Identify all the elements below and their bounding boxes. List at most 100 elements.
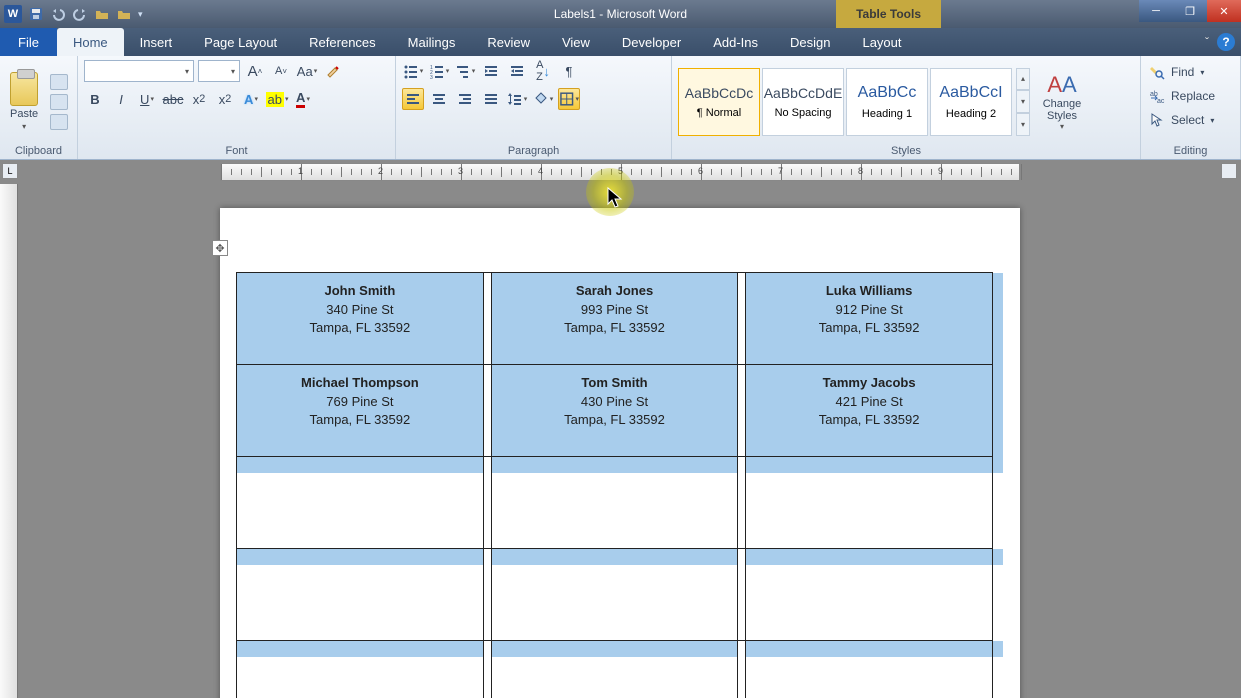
font-color-button[interactable]: A▾ [292, 88, 314, 110]
ruler-area: L 123456789 [0, 160, 1241, 184]
label-cell[interactable] [491, 641, 738, 698]
shrink-font-button[interactable]: A˅ [270, 60, 292, 82]
clear-formatting-button[interactable] [322, 60, 344, 82]
tab-layout[interactable]: Layout [846, 28, 917, 56]
highlight-button[interactable]: ab▾ [266, 88, 288, 110]
sort-button[interactable]: AZ↓ [532, 60, 554, 82]
replace-button[interactable]: abacReplace [1147, 84, 1234, 108]
copy-icon[interactable] [50, 94, 68, 110]
label-name: Tammy Jacobs [746, 375, 992, 390]
tab-mailings[interactable]: Mailings [392, 28, 472, 56]
bullets-button[interactable]: ▾ [402, 60, 424, 82]
style-heading-2[interactable]: AaBbCcIHeading 2 [930, 68, 1012, 136]
justify-button[interactable] [480, 88, 502, 110]
help-icon[interactable]: ? [1217, 33, 1235, 51]
qat-folder2-icon[interactable] [116, 6, 132, 22]
label-city: Tampa, FL 33592 [237, 320, 483, 335]
labels-table[interactable]: John Smith340 Pine StTampa, FL 33592Sara… [236, 272, 1004, 698]
cut-icon[interactable] [50, 74, 68, 90]
change-styles-icon: AA [1047, 72, 1076, 98]
change-styles-button[interactable]: AA Change Styles ▾ [1034, 72, 1090, 131]
label-cell[interactable] [237, 457, 484, 549]
font-group-label: Font [84, 143, 389, 157]
bold-button[interactable]: B [84, 88, 106, 110]
style-heading-1[interactable]: AaBbCcHeading 1 [846, 68, 928, 136]
save-icon[interactable] [28, 6, 44, 22]
minimize-ribbon-icon[interactable]: ˇ [1205, 35, 1209, 49]
tab-page-layout[interactable]: Page Layout [188, 28, 293, 56]
label-name: John Smith [237, 283, 483, 298]
tab-insert[interactable]: Insert [124, 28, 189, 56]
shading-button[interactable]: ▾ [532, 88, 554, 110]
label-cell[interactable] [491, 457, 738, 549]
gallery-scroll[interactable]: ▴ ▾ ▾ [1016, 68, 1030, 136]
label-cell[interactable] [237, 641, 484, 698]
gallery-more-icon[interactable]: ▾ [1016, 113, 1030, 136]
minimize-button[interactable]: ─ [1139, 0, 1173, 22]
font-size-combo[interactable]: ▾ [198, 60, 240, 82]
label-cell[interactable] [746, 549, 993, 641]
paste-button[interactable]: Paste ▾ [6, 70, 42, 133]
decrease-indent-button[interactable] [480, 60, 502, 82]
underline-button[interactable]: U▾ [136, 88, 158, 110]
align-right-button[interactable] [454, 88, 476, 110]
tab-selector-button[interactable]: L [2, 163, 18, 179]
table-move-handle-icon[interactable]: ✥ [212, 240, 228, 256]
label-cell[interactable] [237, 549, 484, 641]
style--normal[interactable]: AaBbCcDc¶ Normal [678, 68, 760, 136]
vertical-ruler[interactable] [0, 184, 18, 698]
label-cell[interactable] [746, 457, 993, 549]
increase-indent-button[interactable] [506, 60, 528, 82]
word-app-icon[interactable]: W [4, 5, 22, 23]
file-tab[interactable]: File [0, 28, 57, 56]
style-no-spacing[interactable]: AaBbCcDdENo Spacing [762, 68, 844, 136]
tab-add-ins[interactable]: Add-Ins [697, 28, 774, 56]
subscript-button[interactable]: x2 [188, 88, 210, 110]
text-effects-button[interactable]: A▾ [240, 88, 262, 110]
page[interactable]: John Smith340 Pine StTampa, FL 33592Sara… [220, 208, 1020, 698]
line-spacing-button[interactable]: ▾ [506, 88, 528, 110]
qat-customize-icon[interactable]: ▾ [138, 9, 143, 20]
label-cell[interactable]: Tom Smith430 Pine StTampa, FL 33592 [491, 365, 738, 457]
close-button[interactable]: ✕ [1207, 0, 1241, 22]
numbering-button[interactable]: 123▾ [428, 60, 450, 82]
tab-design[interactable]: Design [774, 28, 846, 56]
label-cell[interactable] [746, 641, 993, 698]
align-center-button[interactable] [428, 88, 450, 110]
strikethrough-button[interactable]: abc [162, 88, 184, 110]
show-marks-button[interactable]: ¶ [558, 60, 580, 82]
qat-folder-icon[interactable] [94, 6, 110, 22]
label-cell[interactable] [491, 549, 738, 641]
label-name: Sarah Jones [492, 283, 738, 298]
change-case-button[interactable]: Aa▾ [296, 60, 318, 82]
find-button[interactable]: Find ▾ [1147, 60, 1234, 84]
superscript-button[interactable]: x2 [214, 88, 236, 110]
view-ruler-toggle[interactable] [1221, 163, 1237, 179]
tab-home[interactable]: Home [57, 28, 124, 56]
multilevel-list-button[interactable]: ▾ [454, 60, 476, 82]
format-painter-icon[interactable] [50, 114, 68, 130]
font-name-combo[interactable]: ▾ [84, 60, 194, 82]
select-button[interactable]: Select ▾ [1147, 108, 1234, 132]
grow-font-button[interactable]: A˄ [244, 60, 266, 82]
borders-button[interactable]: ▾ [558, 88, 580, 110]
label-cell[interactable]: Tammy Jacobs421 Pine StTampa, FL 33592 [746, 365, 993, 457]
label-cell[interactable]: Michael Thompson769 Pine StTampa, FL 335… [237, 365, 484, 457]
tab-review[interactable]: Review [471, 28, 546, 56]
italic-button[interactable]: I [110, 88, 132, 110]
label-cell[interactable]: Sarah Jones993 Pine StTampa, FL 33592 [491, 273, 738, 365]
horizontal-ruler[interactable]: 123456789 [220, 163, 1020, 181]
label-cell[interactable]: Luka Williams912 Pine StTampa, FL 33592 [746, 273, 993, 365]
gallery-down-icon[interactable]: ▾ [1016, 90, 1030, 113]
maximize-button[interactable]: ❐ [1173, 0, 1207, 22]
tab-references[interactable]: References [293, 28, 391, 56]
label-cell[interactable]: John Smith340 Pine StTampa, FL 33592 [237, 273, 484, 365]
styles-gallery[interactable]: AaBbCcDc¶ NormalAaBbCcDdENo SpacingAaBbC… [678, 68, 1012, 136]
tab-developer[interactable]: Developer [606, 28, 697, 56]
undo-icon[interactable] [50, 6, 66, 22]
redo-icon[interactable] [72, 6, 88, 22]
ribbon: Paste ▾ Clipboard ▾ ▾ A˄ A˅ Aa▾ B [0, 56, 1241, 160]
gallery-up-icon[interactable]: ▴ [1016, 68, 1030, 91]
tab-view[interactable]: View [546, 28, 606, 56]
align-left-button[interactable] [402, 88, 424, 110]
